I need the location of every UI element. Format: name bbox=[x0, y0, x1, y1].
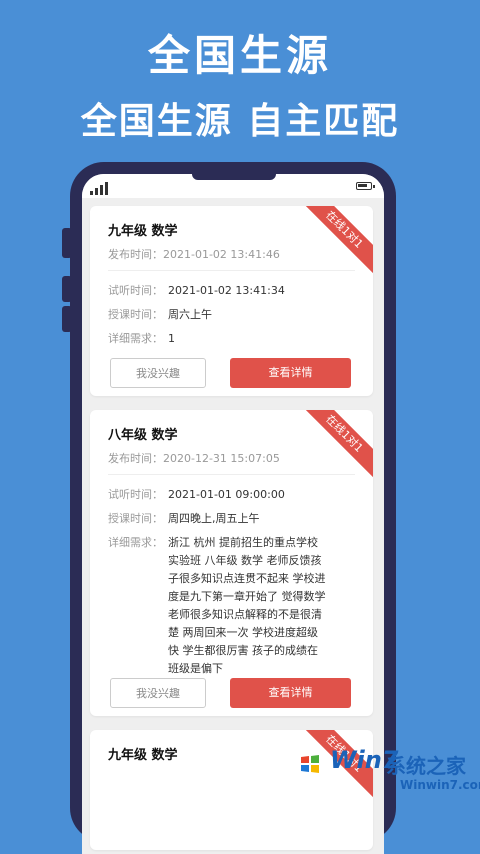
online-badge: 在线1对1 bbox=[298, 206, 373, 276]
publish-value: 2020-12-31 15:07:05 bbox=[163, 452, 280, 465]
trial-label: 试听时间： bbox=[108, 488, 163, 501]
view-details-button[interactable]: 查看详情 bbox=[230, 358, 351, 388]
subheadline: 全国生源 自主匹配 bbox=[80, 101, 400, 142]
publish-time: 发布时间：2020-12-31 15:07:05 bbox=[108, 450, 280, 466]
publish-time: 发布时间：2021-01-02 13:41:46 bbox=[108, 246, 280, 262]
watermark-url: Winwin7.com bbox=[400, 778, 480, 792]
view-details-button[interactable]: 查看详情 bbox=[230, 678, 351, 708]
publish-label: 发布时间： bbox=[108, 452, 163, 465]
online-badge: 在线1对1 bbox=[298, 410, 373, 480]
detail-label: 详细需求： bbox=[108, 536, 163, 549]
detail-row: 详细需求： 浙江 杭州 提前招生的重点学校实验班 八年级 数学 老师反馈孩子很多… bbox=[108, 534, 328, 678]
request-card: 在线1对1 八年级 数学 发布时间：2020-12-31 15:07:05 试听… bbox=[90, 410, 373, 716]
trial-row: 试听时间： 2021-01-01 09:00:00 bbox=[108, 486, 328, 504]
card-title: 九年级 数学 bbox=[108, 748, 178, 763]
trial-value: 2021-01-01 09:00:00 bbox=[168, 488, 285, 501]
publish-label: 发布时间： bbox=[108, 248, 163, 261]
teach-value: 周四晚上,周五上午 bbox=[168, 512, 260, 525]
divider bbox=[108, 474, 355, 475]
trial-row: 试听时间： 2021-01-02 13:41:34 bbox=[108, 282, 328, 300]
card-title: 八年级 数学 bbox=[108, 428, 178, 443]
teach-value: 周六上午 bbox=[168, 308, 212, 321]
windows-logo-icon bbox=[295, 749, 325, 779]
teach-row: 授课时间： 周四晚上,周五上午 bbox=[108, 510, 328, 528]
teach-row: 授课时间： 周六上午 bbox=[108, 306, 328, 324]
card-title: 九年级 数学 bbox=[108, 224, 178, 239]
signal-icon bbox=[90, 182, 108, 195]
teach-label: 授课时间： bbox=[108, 512, 163, 525]
detail-row: 详细需求： 1 bbox=[108, 330, 328, 348]
watermark: Win7 系统之家 Winwin7.com bbox=[290, 740, 480, 800]
watermark-text: 系统之家 bbox=[386, 754, 466, 778]
trial-value: 2021-01-02 13:41:34 bbox=[168, 284, 285, 297]
battery-icon bbox=[356, 182, 375, 190]
detail-label: 详细需求： bbox=[108, 332, 163, 345]
divider bbox=[108, 270, 355, 271]
headline: 全国生源 bbox=[147, 31, 332, 80]
publish-value: 2021-01-02 13:41:46 bbox=[163, 248, 280, 261]
detail-value: 1 bbox=[168, 332, 175, 345]
teach-label: 授课时间： bbox=[108, 308, 163, 321]
phone-notch bbox=[192, 174, 276, 180]
not-interested-button[interactable]: 我没兴趣 bbox=[110, 678, 206, 708]
not-interested-button[interactable]: 我没兴趣 bbox=[110, 358, 206, 388]
request-card: 在线1对1 九年级 数学 发布时间：2021-01-02 13:41:46 试听… bbox=[90, 206, 373, 396]
status-bar bbox=[82, 174, 384, 198]
trial-label: 试听时间： bbox=[108, 284, 163, 297]
detail-value: 浙江 杭州 提前招生的重点学校实验班 八年级 数学 老师反馈孩子很多知识点连贯不… bbox=[168, 536, 326, 675]
